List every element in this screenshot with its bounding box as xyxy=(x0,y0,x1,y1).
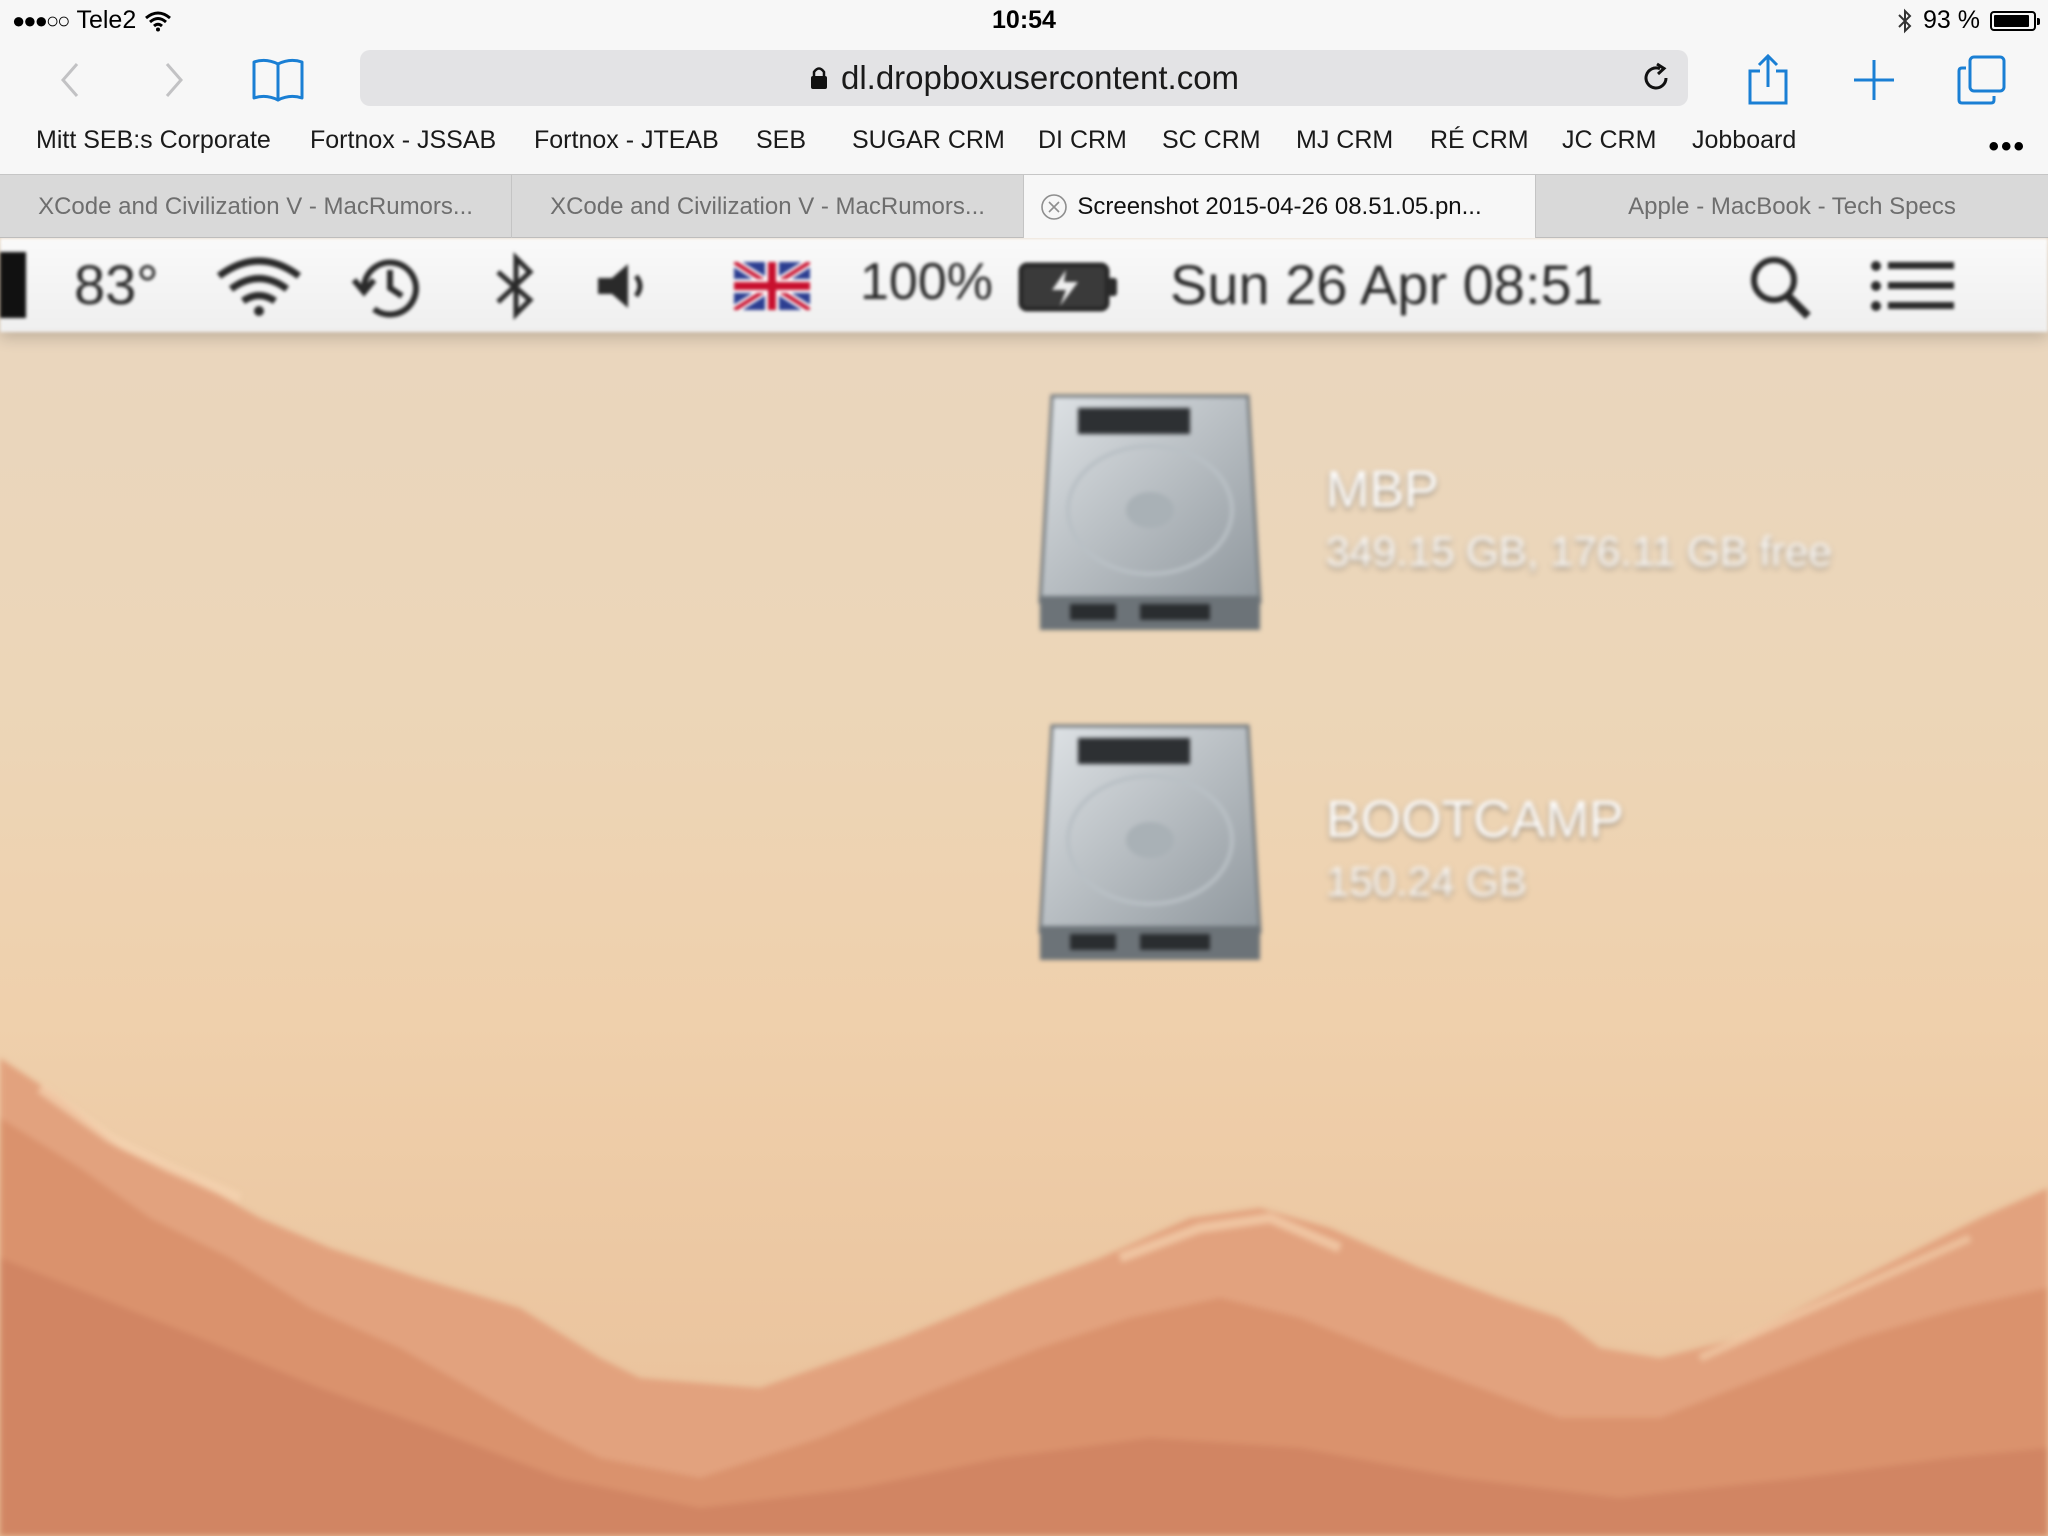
battery-fill xyxy=(1994,14,2030,27)
chevron-left-icon xyxy=(61,63,79,97)
address-bar[interactable]: dl.dropboxusercontent.com xyxy=(360,50,1688,106)
browser-toolbar: dl.dropboxusercontent.com xyxy=(0,40,2048,116)
tab-title: Apple - MacBook - Tech Specs xyxy=(1628,192,1956,220)
tab-title: XCode and Civilization V - MacRumors... xyxy=(38,192,473,220)
drive-name: MBP xyxy=(1326,461,1439,519)
bookmark-item[interactable]: RÉ CRM xyxy=(1430,126,1529,155)
bookmark-item[interactable]: JC CRM xyxy=(1562,126,1656,155)
hard-drive-icon xyxy=(1038,724,1262,960)
bookmarks-bar: Mitt SEB:s Corporate Fortnox - JSSAB For… xyxy=(0,116,2048,174)
bookmark-item[interactable]: Fortnox - JSSAB xyxy=(310,126,496,155)
bookmark-item[interactable]: Mitt SEB:s Corporate xyxy=(36,126,271,155)
bookmark-item[interactable]: SEB xyxy=(756,126,806,155)
plus-icon xyxy=(1854,60,1894,100)
lock-icon xyxy=(810,67,827,89)
time-machine-icon xyxy=(351,259,419,318)
volume-icon xyxy=(598,264,643,308)
bookmark-item[interactable]: Fortnox - JTEAB xyxy=(534,126,719,155)
wifi-icon xyxy=(216,257,302,316)
drive-name: BOOTCAMP xyxy=(1326,791,1624,849)
bookmark-item[interactable]: SC CRM xyxy=(1162,126,1261,155)
drive-info: 150.24 GB xyxy=(1326,858,1527,905)
back-button[interactable] xyxy=(42,52,98,108)
screenshot-image: 83° 100% Sun 26 Apr 08:51 MBP 349.15 GB,… xyxy=(0,238,2048,1536)
tab-title: XCode and Civilization V - MacRumors... xyxy=(550,192,985,220)
mountain-wallpaper xyxy=(0,1058,2048,1536)
menubar-battery-percent: 100% xyxy=(860,253,993,311)
chevron-right-icon xyxy=(165,63,183,97)
url-text: dl.dropboxusercontent.com xyxy=(840,59,1240,96)
menubar-edge-icon xyxy=(0,252,26,318)
bookmark-item[interactable]: MJ CRM xyxy=(1296,126,1393,155)
bluetooth-icon xyxy=(496,252,534,321)
hard-drive-icon xyxy=(1038,394,1262,630)
bookmark-item[interactable]: Jobboard xyxy=(1692,126,1796,155)
menubar-temperature: 83° xyxy=(74,253,159,316)
drive-info: 349.15 GB, 176.11 GB free xyxy=(1326,528,1832,575)
menubar-datetime: Sun 26 Apr 08:51 xyxy=(1170,253,1603,316)
bookmark-item[interactable]: DI CRM xyxy=(1038,126,1127,155)
tab-macrumors-2[interactable]: XCode and Civilization V - MacRumors... xyxy=(512,175,1024,238)
mac-menubar: 83° 100% Sun 26 Apr 08:51 xyxy=(0,238,2048,332)
bluetooth-icon xyxy=(1898,8,1912,33)
status-bar: ●●●○○ Tele2 10:54 93 % xyxy=(0,0,2048,40)
tab-strip: XCode and Civilization V - MacRumors... … xyxy=(0,174,2048,238)
forward-button[interactable] xyxy=(146,52,202,108)
tab-screenshot[interactable]: Screenshot 2015-04-26 08.51.05.pn... xyxy=(1024,175,1536,238)
share-button[interactable] xyxy=(1740,52,1796,108)
tab-apple-macbook[interactable]: Apple - MacBook - Tech Specs xyxy=(1536,175,2048,238)
new-tab-button[interactable] xyxy=(1846,52,1902,108)
book-icon xyxy=(252,58,304,102)
tabs-icon xyxy=(1957,55,2006,105)
spotlight-search-icon xyxy=(1751,257,1811,319)
bookmark-item[interactable]: SUGAR CRM xyxy=(852,126,1005,155)
close-tab-icon[interactable] xyxy=(1040,193,1068,221)
flag-uk-icon xyxy=(734,262,810,310)
more-bookmarks-button[interactable]: ••• xyxy=(1988,130,2026,164)
notification-center-icon xyxy=(1871,261,1954,311)
battery-percent: 93 % xyxy=(1923,6,1980,34)
tabs-overview-button[interactable] xyxy=(1954,52,2010,108)
battery-icon xyxy=(1018,262,1117,312)
share-icon xyxy=(1748,53,1788,105)
tab-macrumors-1[interactable]: XCode and Civilization V - MacRumors... xyxy=(0,175,512,238)
bookmarks-button[interactable] xyxy=(250,52,306,108)
status-clock: 10:54 xyxy=(992,6,1056,34)
tab-title: Screenshot 2015-04-26 08.51.05.pn... xyxy=(1077,192,1482,220)
battery-icon xyxy=(1990,10,2040,31)
reload-icon[interactable] xyxy=(1638,60,1674,96)
